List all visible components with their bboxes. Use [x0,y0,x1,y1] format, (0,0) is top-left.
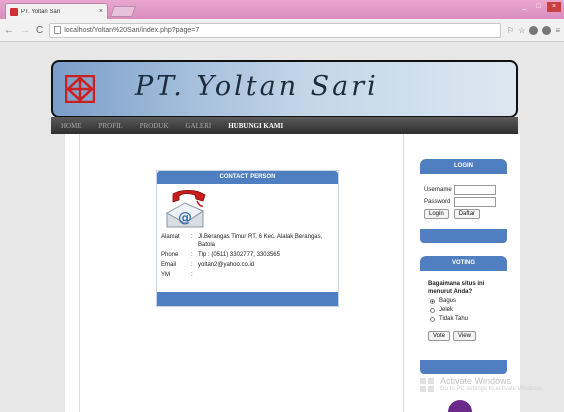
content-divider [79,134,80,412]
menu-home[interactable]: HOME [61,122,82,130]
address-bar[interactable]: localhost/Yoltan%20Sari/index.php?page=7 [49,22,502,38]
login-form: Username Password Login Daftar [424,185,508,219]
menu-icon[interactable]: ≡ [555,26,560,35]
menu-galeri[interactable]: GALERI [186,122,212,130]
minimize-button[interactable]: _ [519,2,530,12]
browser-tab[interactable]: PT. Yoltan Sari × [5,3,108,19]
tab-title: PT. Yoltan Sari [21,8,61,15]
extension-icon[interactable] [529,25,539,35]
voting-footer [420,360,507,374]
radio-icon[interactable] [430,308,435,313]
window-controls: _ □ × [519,2,561,12]
voting-header: VOTING [420,256,507,271]
login-footer [420,229,507,243]
login-button[interactable]: Login [424,209,449,219]
extension-icon-2[interactable] [542,25,552,35]
toolbar-icons: ⚐ ☆ ≡ [507,25,560,35]
browser-toolbar: ← → C localhost/Yoltan%20Sari/index.php?… [0,19,564,42]
contact-row-alamat: Alamat : Jl.Berangas Timur RT. 6 Kec. Al… [161,234,323,248]
username-input[interactable] [454,185,496,195]
reload-icon[interactable]: C [36,25,43,36]
forward-arrow-icon[interactable]: → [20,25,30,36]
login-buttons: Login Daftar [424,209,508,219]
voting-buttons: Vote View [428,331,508,341]
login-header: LOGIN [420,159,507,174]
vote-button[interactable]: Vote [428,331,451,341]
contact-row-email: Email : yoltan2@yahoo.co.id [161,262,255,268]
voting-question: Bagaimana situs ini menurut Anda? [428,281,485,295]
contact-footer [157,292,338,306]
translate-icon[interactable]: ⚐ [507,26,514,35]
watermark-title: Activate Windows [440,376,512,386]
password-input[interactable] [454,197,496,207]
password-label: Password [424,199,451,205]
radio-checked-icon[interactable] [430,299,435,304]
close-window-button[interactable]: × [547,2,561,12]
password-row: Password [424,197,508,207]
view-button[interactable]: View [453,331,476,341]
contact-info: Alamat : Jl.Berangas Timur RT. 6 Kec. Al… [161,233,336,281]
username-row: Username [424,185,508,195]
register-button[interactable]: Daftar [453,209,481,219]
contact-row-phone: Phone : Tlp : (0511) 3302777, 3303565 [161,252,280,258]
vote-option-tidak-tahu[interactable]: Tidak Tahu [430,315,508,324]
site-banner: PT. Yoltan Sari [51,60,518,118]
vote-option-jelek[interactable]: Jelek [430,306,508,315]
menu-produk[interactable]: PRODUK [140,122,169,130]
voting-form: Bagaimana situs ini menurut Anda? Bagus … [428,280,508,341]
favicon-icon [10,7,18,16]
maximize-button[interactable]: □ [533,2,544,12]
activate-windows-watermark: Activate Windows Go to PC settings to ac… [418,376,564,392]
back-arrow-icon[interactable]: ← [4,25,14,36]
contact-header: CONTACT PERSON [157,171,338,184]
menu-profil[interactable]: PROFIL [99,122,123,130]
menu-hubungi-kami[interactable]: HUBUNGI KAMI [228,122,283,130]
contact-row-ym: YM : [161,272,193,278]
star-icon[interactable]: ☆ [518,26,525,35]
company-logo-icon [65,75,95,103]
main-menu: HOME PROFIL PRODUK GALERI HUBUNGI KAMI [51,117,518,134]
new-tab-button[interactable] [109,6,137,17]
vote-option-bagus[interactable]: Bagus [430,297,508,306]
phone-email-icon: @ [165,189,206,228]
tab-close-icon[interactable]: × [99,8,103,15]
username-label: Username [424,187,452,193]
watermark-subtitle: Go to PC settings to activate Windows. [440,386,544,392]
banner-title: PT. Yoltan Sari [135,71,379,102]
radio-icon[interactable] [430,317,435,322]
url-text: localhost/Yoltan%20Sari/index.php?page=7 [64,26,200,34]
browser-titlebar: PT. Yoltan Sari × _ □ × [0,0,564,19]
contact-person-box: CONTACT PERSON @ Alamat : Jl.Berangas Ti… [156,170,339,307]
svg-text:@: @ [178,210,192,226]
windows-flag-icon [420,378,434,392]
page-icon [54,26,62,34]
sidebar-divider [403,134,404,412]
web-page: PT. Yoltan Sari HOME PROFIL PRODUK GALER… [0,43,564,412]
